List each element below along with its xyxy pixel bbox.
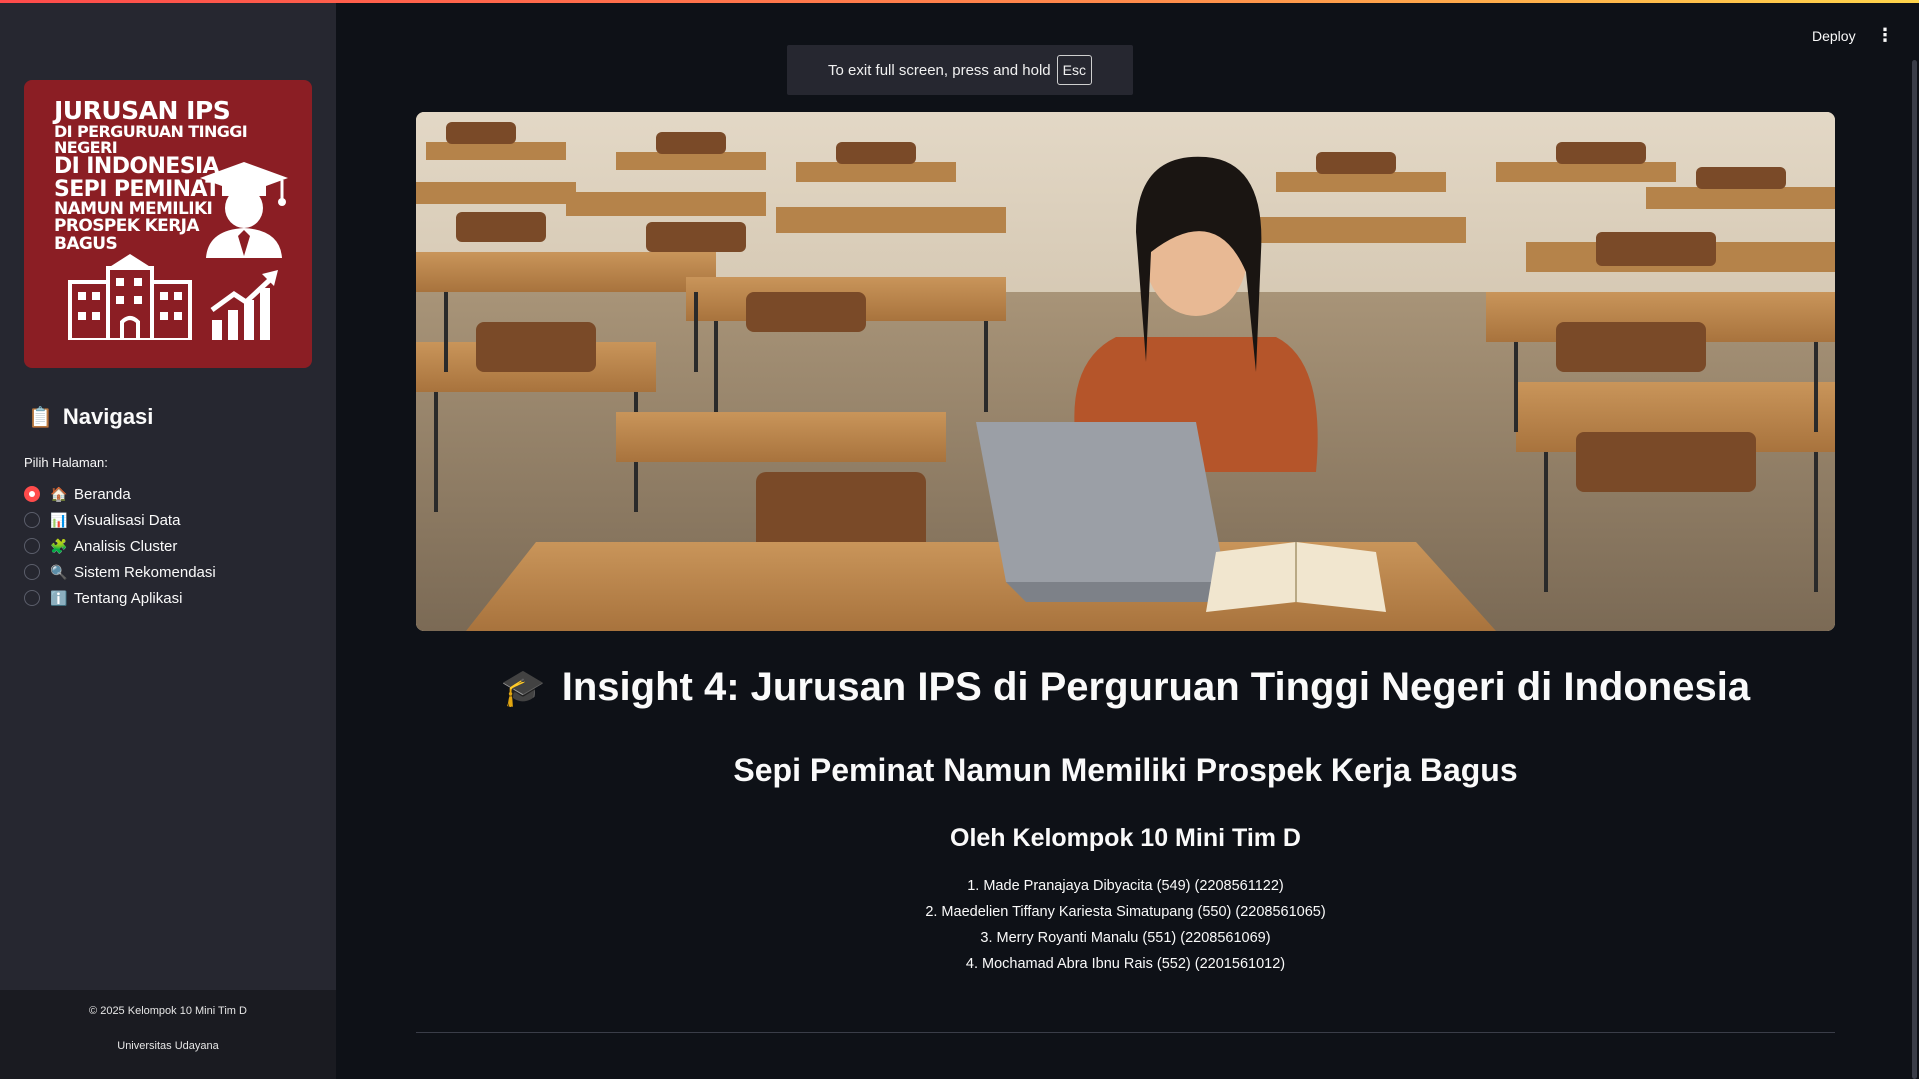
radio-button[interactable] — [24, 538, 40, 554]
member-list: 1. Made Pranajaya Dibyacita (549) (22085… — [416, 873, 1835, 977]
hero-classroom-image — [416, 112, 1835, 631]
footer-copyright: © 2025 Kelompok 10 Mini Tim D — [89, 1005, 247, 1017]
radio-button[interactable] — [24, 590, 40, 606]
member-item: 4. Mochamad Abra Ibnu Rais (552) (220156… — [965, 956, 1286, 972]
nav-heading: 📋 Navigasi — [28, 404, 153, 430]
page-title-text: Insight 4: Jurusan IPS di Perguruan Ting… — [561, 665, 1751, 709]
main-scrollbar[interactable] — [1912, 60, 1917, 1079]
author-heading: Oleh Kelompok 10 Mini Tim D — [950, 824, 1301, 852]
radio-button[interactable] — [24, 512, 40, 528]
page-radio-group: 🏠 Beranda 📊 Visualisasi Data 🧩 Analisis … — [24, 481, 216, 611]
fullscreen-notice-text: To exit full screen, press and hold — [828, 61, 1051, 79]
university-building-icon — [68, 254, 192, 340]
banner-line: DI PERGURUAN TINGGI NEGERI — [54, 121, 248, 157]
page-subtitle: Sepi Peminat Namun Memiliki Prospek Kerj… — [733, 752, 1518, 788]
graduate-icon — [200, 162, 288, 258]
puzzle-icon: 🧩 — [50, 537, 68, 554]
footer-university: Universitas Udayana — [117, 1040, 219, 1052]
radio-option-label: Visualisasi Data — [74, 511, 181, 529]
deploy-button[interactable]: Deploy — [1812, 28, 1856, 44]
radio-option-beranda[interactable]: 🏠 Beranda — [24, 481, 216, 507]
kebab-menu-icon[interactable]: ⋮ — [1876, 26, 1894, 44]
classroom-illustration — [416, 112, 1835, 631]
radio-option-label: Tentang Aplikasi — [74, 589, 183, 607]
nav-heading-text: Navigasi — [62, 404, 154, 429]
graduation-cap-icon: 🎓 — [500, 666, 546, 708]
info-icon: ℹ️ — [50, 589, 68, 606]
radio-option-label: Analisis Cluster — [74, 537, 178, 555]
magnifier-icon: 🔍 — [50, 563, 68, 580]
esc-key-badge: Esc — [1056, 55, 1092, 85]
bar-chart-icon: 📊 — [50, 511, 68, 528]
radio-button-selected[interactable] — [24, 486, 40, 502]
nav-radio-label: Pilih Halaman: — [24, 455, 108, 470]
sidebar: JURUSAN IPS DI PERGURUAN TINGGI NEGERI D… — [0, 0, 336, 1079]
radio-option-sistem-rekomendasi[interactable]: 🔍 Sistem Rekomendasi — [24, 559, 216, 585]
member-item: 3. Merry Royanti Manalu (551) (220856106… — [980, 930, 1271, 946]
clipboard-icon: 📋 — [28, 406, 53, 429]
radio-option-visualisasi-data[interactable]: 📊 Visualisasi Data — [24, 507, 216, 533]
section-divider — [416, 1032, 1835, 1033]
top-decoration-bar — [0, 0, 1919, 3]
radio-option-tentang-aplikasi[interactable]: ℹ️ Tentang Aplikasi — [24, 585, 216, 611]
sidebar-footer: © 2025 Kelompok 10 Mini Tim D Universita… — [0, 990, 336, 1079]
radio-option-analisis-cluster[interactable]: 🧩 Analisis Cluster — [24, 533, 216, 559]
radio-button[interactable] — [24, 564, 40, 580]
fullscreen-exit-notice: To exit full screen, press and hold Esc — [787, 45, 1133, 95]
member-item: 1. Made Pranajaya Dibyacita (549) (22085… — [967, 878, 1284, 894]
growth-chart-icon — [210, 270, 278, 340]
page-title: 🎓 Insight 4: Jurusan IPS di Perguruan Ti… — [416, 665, 1835, 710]
member-item: 2. Maedelien Tiffany Kariesta Simatupang… — [925, 904, 1326, 920]
banner-line: JURUSAN IPS — [54, 96, 231, 125]
radio-option-label: Beranda — [74, 485, 131, 503]
sidebar-banner-image: JURUSAN IPS DI PERGURUAN TINGGI NEGERI D… — [24, 80, 312, 368]
radio-option-label: Sistem Rekomendasi — [74, 563, 216, 581]
house-icon: 🏠 — [50, 485, 68, 502]
